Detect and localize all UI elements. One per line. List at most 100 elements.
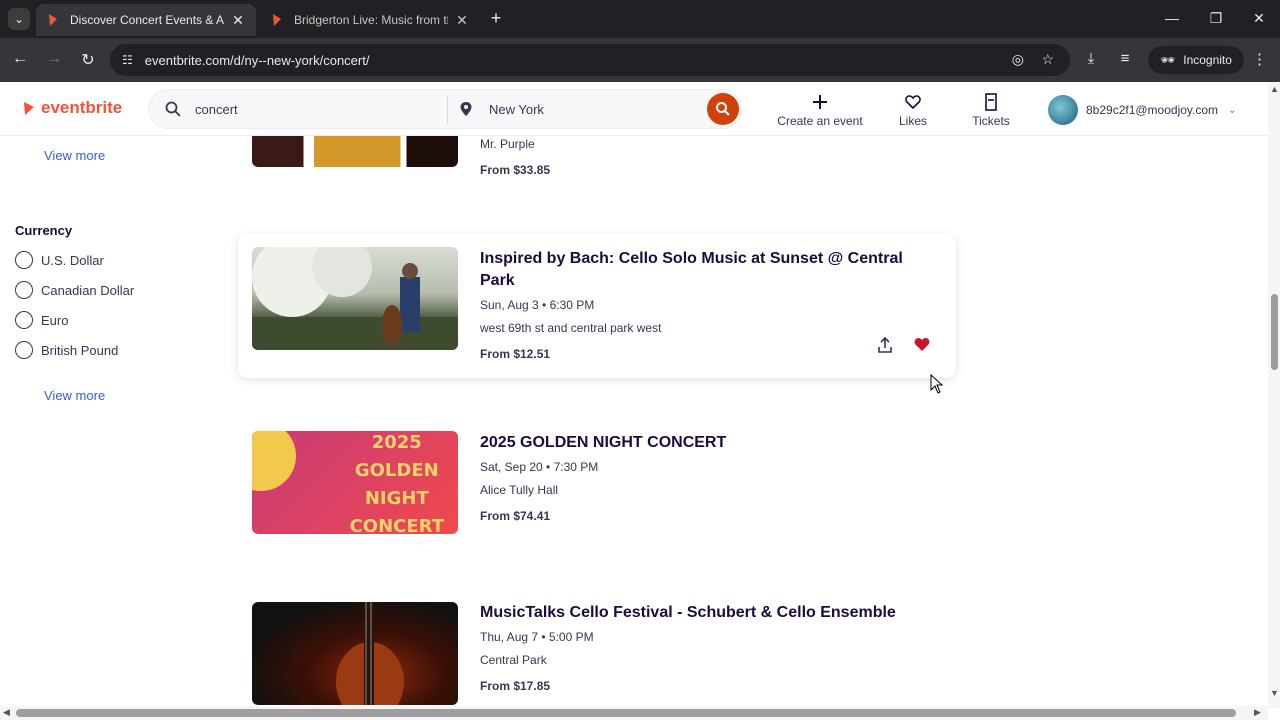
event-card[interactable]: 2025 GOLDEN NIGHT CONCERT 2025 GOLDEN NI…: [238, 418, 956, 562]
incognito-badge[interactable]: 🕶 Incognito: [1148, 46, 1244, 74]
scroll-up-icon[interactable]: ▲: [1270, 84, 1279, 94]
bookmark-star-icon[interactable]: ☆: [1041, 51, 1054, 68]
close-window-icon[interactable]: ✕: [1249, 10, 1269, 27]
liked-heart-icon[interactable]: [914, 337, 930, 352]
restore-icon[interactable]: ❐: [1206, 10, 1226, 27]
likes-button[interactable]: Likes: [892, 92, 934, 128]
event-location: Alice Tully Hall: [480, 483, 559, 497]
vertical-scrollbar[interactable]: ▲ ▼: [1268, 82, 1280, 708]
scrollbar-thumb[interactable]: [1271, 294, 1278, 370]
reload-icon[interactable]: ↻: [78, 50, 98, 70]
tickets-button[interactable]: Tickets: [968, 92, 1014, 128]
new-tab-icon[interactable]: +: [486, 8, 506, 29]
view-more-link[interactable]: View more: [44, 148, 105, 163]
forward-icon[interactable]: →: [44, 50, 64, 68]
currency-filter-title: Currency: [15, 223, 73, 238]
create-event-label: Create an event: [777, 114, 863, 128]
event-card[interactable]: Mr. Purple From $33.85: [238, 136, 956, 196]
poster-line: 2025: [371, 432, 422, 453]
view-more-link[interactable]: View more: [44, 388, 105, 403]
currency-option-label: British Pound: [41, 342, 119, 358]
site-info-icon[interactable]: ☷: [122, 53, 133, 67]
currency-option-eur[interactable]: Euro: [15, 311, 68, 329]
event-image[interactable]: [252, 247, 458, 350]
location-pin-icon: [460, 102, 472, 116]
event-price: From $17.85: [480, 679, 551, 693]
share-icon[interactable]: [876, 336, 894, 354]
search-icon: [716, 102, 730, 116]
tab-search-icon[interactable]: ⌄: [8, 8, 30, 30]
eye-off-icon[interactable]: ◎: [1012, 51, 1024, 68]
event-card[interactable]: Inspired by Bach: Cello Solo Music at Su…: [238, 234, 956, 378]
eventbrite-favicon-icon: [273, 14, 281, 26]
incognito-icon: 🕶: [1160, 53, 1176, 67]
radio-button[interactable]: [15, 281, 33, 299]
eventbrite-logo[interactable]: eventbrite: [22, 98, 122, 118]
horizontal-scrollbar[interactable]: ◀ ▶: [0, 706, 1268, 720]
event-image[interactable]: [252, 602, 458, 705]
tab-active[interactable]: Discover Concert Events & Acti ✕: [36, 4, 256, 36]
search-bar: concert New York: [148, 89, 742, 129]
event-image[interactable]: 2025 GOLDEN NIGHT CONCERT: [252, 431, 458, 534]
search-button[interactable]: [707, 93, 739, 125]
scrollbar-thumb[interactable]: [16, 709, 1236, 717]
cello-photo: [336, 602, 404, 705]
event-organizer: Mr. Purple: [480, 137, 535, 151]
event-date: Sat, Sep 20 • 7:30 PM: [480, 460, 599, 474]
poster-text: 2025 GOLDEN NIGHT CONCERT: [350, 431, 444, 534]
event-card[interactable]: MusicTalks Cello Festival - Schubert & C…: [238, 588, 956, 706]
event-date: Sun, Aug 3 • 6:30 PM: [480, 298, 595, 312]
poster-line: CONCERT: [349, 516, 444, 534]
event-location: Central Park: [480, 653, 547, 667]
search-input[interactable]: concert: [195, 102, 238, 117]
currency-option-usd[interactable]: U.S. Dollar: [15, 251, 104, 269]
scroll-left-icon[interactable]: ◀: [3, 707, 10, 718]
event-price: From $12.51: [480, 347, 551, 361]
account-email: 8b29c2f1@moodjoy.com: [1086, 103, 1219, 117]
search-icon: [165, 101, 181, 117]
event-date: Thu, Aug 7 • 5:00 PM: [480, 630, 594, 644]
eventbrite-favicon-icon: [49, 14, 57, 26]
minimize-icon[interactable]: —: [1162, 10, 1182, 26]
radio-button[interactable]: [15, 311, 33, 329]
back-icon[interactable]: ←: [10, 50, 30, 68]
incognito-label: Incognito: [1183, 53, 1232, 67]
tab-title: Discover Concert Events & Acti: [70, 13, 224, 27]
scroll-right-icon[interactable]: ▶: [1254, 707, 1261, 718]
currency-option-label: Canadian Dollar: [41, 282, 135, 298]
currency-option-gbp[interactable]: British Pound: [15, 341, 118, 359]
create-event-button[interactable]: Create an event: [776, 92, 864, 128]
scroll-down-icon[interactable]: ▼: [1270, 688, 1279, 698]
plus-icon: [776, 92, 864, 112]
eventbrite-logo-icon: [24, 102, 34, 115]
event-title[interactable]: 2025 GOLDEN NIGHT CONCERT: [480, 432, 920, 454]
poster-line: GOLDEN: [354, 460, 439, 481]
radio-button[interactable]: [15, 251, 33, 269]
event-title[interactable]: Inspired by Bach: Cello Solo Music at Su…: [480, 248, 920, 292]
download-icon[interactable]: ⤓: [1080, 50, 1102, 67]
media-control-icon[interactable]: ≡: [1114, 50, 1136, 67]
mouse-cursor-icon: [930, 374, 944, 394]
close-tab-icon[interactable]: ✕: [230, 12, 246, 29]
currency-option-label: Euro: [41, 312, 69, 328]
ticket-icon: [968, 92, 1014, 112]
avatar: [1048, 95, 1078, 125]
likes-label: Likes: [898, 114, 927, 128]
url-bar[interactable]: ☷ eventbrite.com/d/ny--new-york/concert/…: [110, 44, 1070, 76]
browser-menu-icon[interactable]: ⋮: [1252, 50, 1267, 68]
cellist-photo: [252, 247, 458, 350]
address-bar-row: ← → ↻ ☷ eventbrite.com/d/ny--new-york/co…: [0, 38, 1280, 82]
radio-button[interactable]: [15, 341, 33, 359]
chevron-down-icon: ⌄: [1228, 104, 1237, 116]
currency-option-cad[interactable]: Canadian Dollar: [15, 281, 134, 299]
close-tab-icon[interactable]: ✕: [454, 12, 470, 29]
url-text: eventbrite.com/d/ny--new-york/concert/: [144, 52, 370, 68]
tab-inactive[interactable]: Bridgerton Live: Music from the ✕: [260, 4, 480, 36]
poster-line: NIGHT: [364, 488, 429, 509]
event-image[interactable]: [252, 136, 458, 167]
account-menu[interactable]: 8b29c2f1@moodjoy.com ⌄: [1048, 95, 1236, 125]
event-title[interactable]: MusicTalks Cello Festival - Schubert & C…: [480, 602, 940, 624]
browser-tab-bar: ⌄ Discover Concert Events & Acti ✕ Bridg…: [0, 0, 1280, 38]
location-input[interactable]: New York: [489, 102, 544, 117]
search-divider: [447, 96, 448, 124]
